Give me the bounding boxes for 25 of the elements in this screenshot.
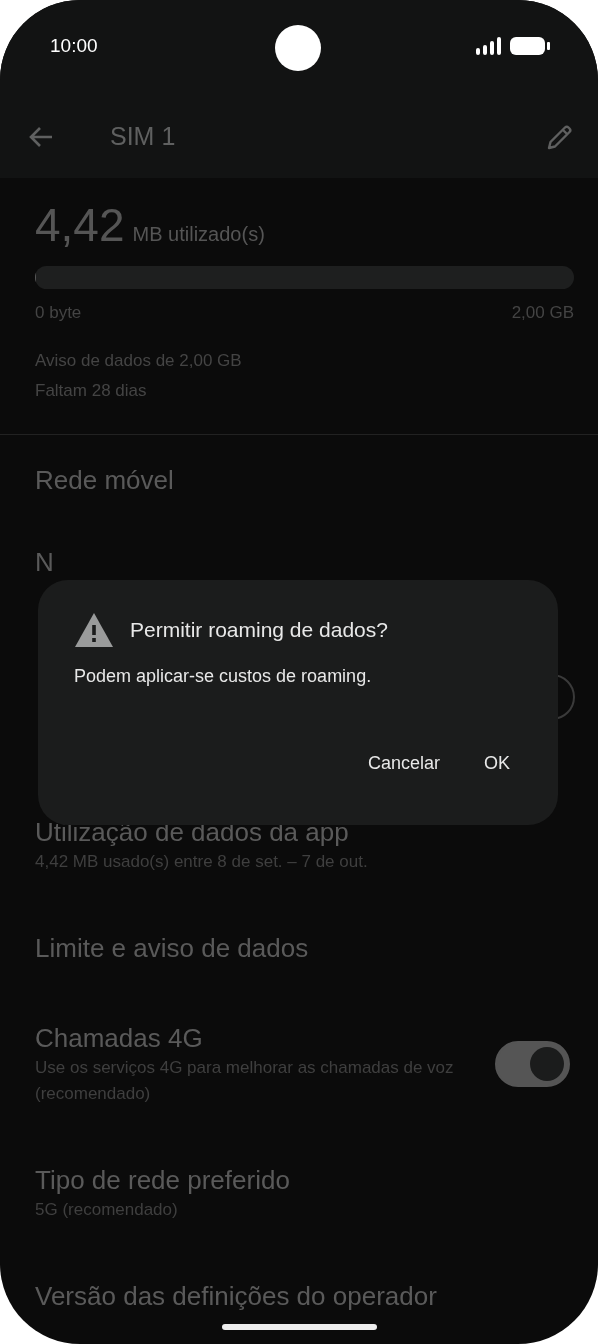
battery-icon: [510, 35, 550, 56]
min-label: 0 byte: [35, 302, 82, 324]
days-left: Faltam 28 dias: [35, 380, 148, 402]
data-warning: Aviso de dados de 2,00 GB: [35, 350, 243, 372]
warning-icon: [74, 612, 114, 648]
page-title: SIM 1: [110, 122, 176, 151]
setting-title[interactable]: N: [35, 545, 475, 579]
setting-title[interactable]: Versão das definições do operador: [35, 1279, 475, 1313]
dialog-button[interactable]: OK: [472, 745, 522, 782]
toggle-switch[interactable]: [495, 1041, 570, 1087]
dialog-message: Podem aplicar-se custos de roaming.: [74, 666, 373, 687]
dialog-title: Permitir roaming de dados?: [130, 618, 388, 642]
section-title: Rede móvel: [34, 464, 175, 497]
camera-cutout: [275, 25, 321, 71]
max-label: 2,00 GB: [511, 302, 574, 324]
status-time: 10:00: [50, 34, 98, 57]
dialog-button[interactable]: Cancelar: [355, 745, 452, 782]
setting-title[interactable]: Chamadas 4G: [35, 1021, 475, 1055]
usage-amount: 4,42: [35, 198, 125, 253]
usage-unit: MB utilizado(s): [132, 223, 265, 246]
signal-icon: [476, 36, 502, 55]
setting-title[interactable]: Limite e aviso de dados: [35, 931, 475, 965]
back-arrow-icon: [28, 124, 54, 149]
setting-title[interactable]: Tipo de rede preferido: [35, 1163, 475, 1197]
pencil-icon: [546, 122, 574, 151]
